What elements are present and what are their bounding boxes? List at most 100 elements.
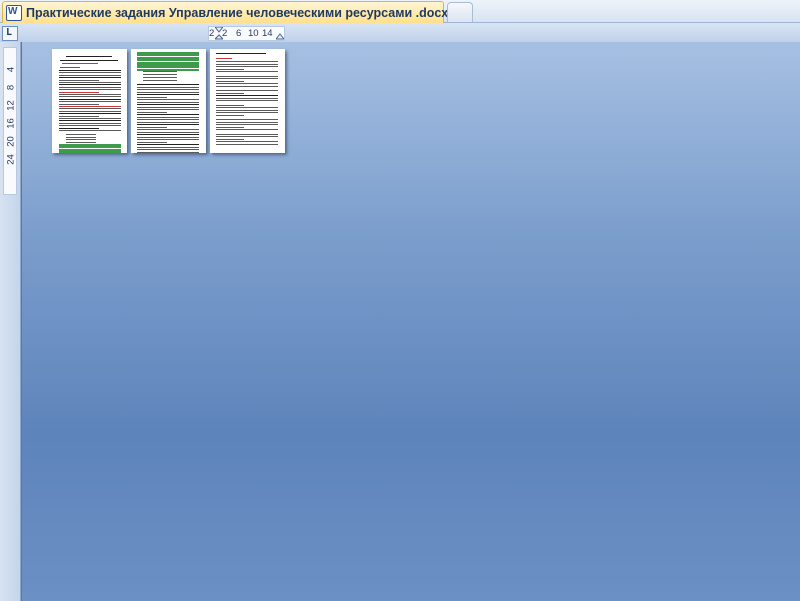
text-line [216,141,278,142]
text-line [137,99,199,101]
text-line [59,127,99,129]
text-line [137,111,167,113]
text-line [59,79,99,81]
text-line [216,95,278,96]
text-line [60,60,118,61]
text-line [216,100,278,101]
text-line [59,98,121,100]
document-tab[interactable]: W Практические задания Управление челове… [2,1,475,23]
page-1-thumbnail[interactable] [52,49,127,153]
text-line [216,112,278,113]
text-line [216,136,278,137]
text-line [66,139,96,141]
text-line [59,86,121,88]
text-line [59,120,121,122]
text-line [216,119,278,120]
new-tab-button[interactable] [447,2,473,22]
ruler-strip [0,23,800,42]
document-tab-bar: W Практические задания Управление челове… [0,0,800,23]
text-line [216,61,278,62]
text-line [137,106,199,108]
text-line [216,71,278,72]
text-line [59,96,121,98]
ruler-number: 14 [262,28,273,39]
text-line [216,53,266,54]
text-line [216,97,278,99]
text-line [62,63,98,64]
text-line [216,85,278,87]
text-line [59,106,121,107]
text-line [59,110,121,112]
text-line [216,109,278,111]
text-line [66,56,112,57]
text-line [216,114,244,116]
page-2-thumbnail[interactable] [131,49,206,153]
text-line [137,96,167,98]
text-line [137,141,167,143]
text-line [59,115,99,117]
text-line [143,79,177,81]
text-line [137,151,199,153]
word-document-icon: W [6,4,22,21]
ruler-number: 4 [5,66,17,73]
text-line [216,124,278,125]
text-line [216,83,278,84]
text-line [137,121,199,123]
ruler-number: 12 [5,100,17,111]
text-line [216,92,244,94]
text-line [137,86,199,88]
text-line [59,89,121,91]
first-line-indent-marker[interactable] [215,27,223,41]
text-line [137,136,199,138]
text-line [59,125,121,127]
text-line [66,134,96,136]
text-line [59,94,121,95]
text-line [66,141,96,143]
text-line [216,68,244,70]
text-line [59,77,121,79]
ruler-number: 6 [236,28,242,39]
text-line [59,91,99,93]
text-line [137,149,199,151]
text-line [137,104,199,106]
tab-stop-selector[interactable]: L [2,26,18,41]
text-line [59,82,121,83]
text-line [216,75,278,77]
text-line [137,91,199,93]
text-line [216,63,278,65]
text-line [216,90,278,91]
text-line [216,104,244,106]
text-line [59,74,121,76]
horizontal-ruler[interactable]: 2 2 6 10 14 [208,26,285,41]
text-line [137,114,199,116]
text-line [216,129,278,130]
text-line [137,126,167,128]
text-line [59,122,121,124]
text-line [216,138,244,140]
text-line [137,119,199,121]
text-line [137,139,199,141]
text-line [137,131,199,133]
ruler-number: 20 [5,136,17,147]
ruler-number: 10 [248,28,259,39]
vertical-ruler-track: 4 8 12 16 20 24 [3,47,17,195]
text-line [137,144,199,146]
text-line [137,89,199,91]
text-line [60,67,80,68]
text-line [59,103,99,105]
text-line [137,101,199,103]
text-line [137,116,199,118]
vertical-ruler[interactable]: 4 8 12 16 20 24 [0,42,21,601]
text-line [216,133,278,135]
text-line [137,109,199,111]
text-line [66,136,96,138]
page-3-thumbnail[interactable] [210,49,285,153]
document-tab-title: Практические задания Управление человече… [26,5,457,20]
right-indent-marker[interactable] [276,27,284,41]
ruler-number: 2 [209,28,215,39]
text-line [137,134,199,136]
text-line [137,84,199,86]
text-line [143,71,177,73]
text-line [216,58,232,59]
text-line [216,66,278,67]
